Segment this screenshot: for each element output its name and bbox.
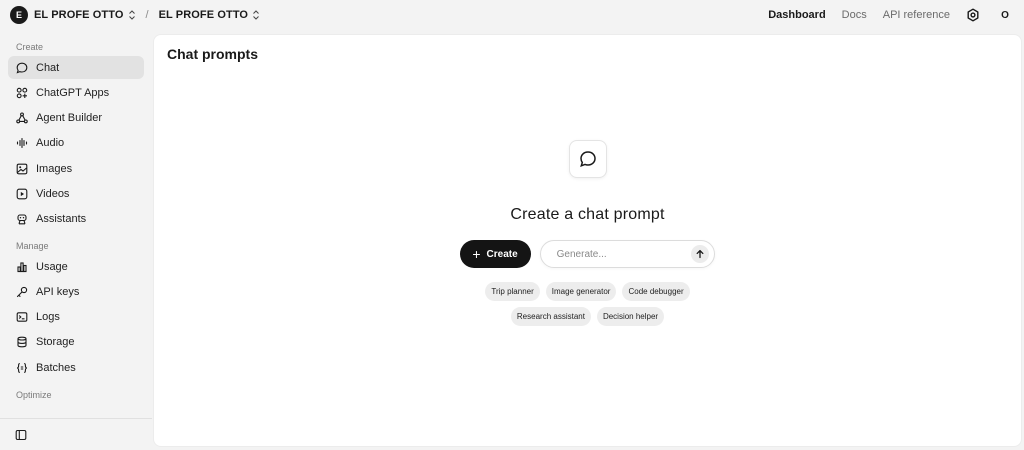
generate-submit-button[interactable]	[690, 245, 709, 263]
chip-row: Trip planner Image generator Code debugg…	[485, 282, 690, 301]
create-button-label: Create	[486, 248, 518, 260]
action-row: + Create	[460, 240, 715, 268]
empty-state-title: Create a chat prompt	[510, 206, 665, 223]
top-bar: E EL PROFE OTTO / EL PROFE OTTO Dashboar…	[0, 0, 1024, 30]
page-title: Chat prompts	[167, 46, 258, 62]
user-avatar[interactable]: O	[996, 6, 1014, 24]
sidebar-item-label: Chat	[36, 61, 60, 74]
section-label-manage: Manage	[16, 241, 49, 252]
sidebar-item-audio[interactable]: Audio	[8, 132, 144, 155]
breadcrumb-separator: /	[145, 9, 149, 21]
docs-link[interactable]: Docs	[842, 9, 867, 21]
sidebar-item-chatgpt-apps[interactable]: ChatGPT Apps	[8, 81, 144, 104]
generate-field	[539, 240, 715, 268]
sidebar-item-images[interactable]: Images	[8, 157, 144, 180]
sidebar-item-label: Images	[36, 162, 73, 175]
sidebar-item-api-keys[interactable]: API keys	[8, 280, 144, 303]
database-icon	[17, 337, 27, 348]
bar-chart-icon	[17, 262, 27, 272]
sidebar-item-usage[interactable]: Usage	[8, 255, 144, 278]
sidebar-item-agent-builder[interactable]: Agent Builder	[8, 107, 144, 130]
agent-nodes-icon	[16, 112, 28, 124]
project-name: EL PROFE OTTO	[158, 9, 249, 21]
terminal-icon	[16, 312, 28, 322]
audio-wave-icon	[16, 138, 28, 149]
sidebar-item-label: Videos	[36, 187, 70, 200]
sidebar-item-assistants[interactable]: Assistants	[8, 208, 144, 231]
sidebar: Create Chat ChatGPT Apps Agent Builder A…	[0, 30, 152, 450]
gear-icon	[967, 8, 979, 22]
chip-row: Research assistant Decision helper	[510, 307, 665, 326]
main-panel: Chat prompts Create a chat prompt + Crea…	[153, 34, 1022, 447]
plus-icon: +	[472, 246, 481, 262]
breadcrumb: E EL PROFE OTTO / EL PROFE OTTO	[10, 6, 260, 24]
chip-research-assistant[interactable]: Research assistant	[510, 307, 591, 326]
chat-bubble-icon	[16, 62, 28, 74]
sidebar-item-logs[interactable]: Logs	[8, 306, 144, 329]
sidebar-item-videos[interactable]: Videos	[8, 182, 144, 205]
sidebar-item-label: API keys	[36, 285, 80, 298]
sidebar-footer	[0, 418, 152, 450]
sidebar-item-label: Agent Builder	[36, 112, 103, 125]
sidebar-item-chat[interactable]: Chat	[8, 56, 144, 79]
chip-code-debugger[interactable]: Code debugger	[622, 282, 690, 301]
suggestion-chips: Trip planner Image generator Code debugg…	[485, 282, 690, 326]
org-switcher[interactable]: EL PROFE OTTO	[34, 9, 136, 21]
chip-decision-helper[interactable]: Decision helper	[596, 307, 665, 326]
sidebar-item-batches[interactable]: Batches	[8, 356, 144, 379]
org-name: EL PROFE OTTO	[34, 9, 124, 21]
sidebar-toggle-icon[interactable]	[15, 429, 27, 441]
empty-state: Create a chat prompt + Create Trip plann…	[154, 140, 1021, 326]
video-play-icon	[16, 188, 28, 200]
top-nav: Dashboard Docs API reference O	[768, 6, 1014, 24]
sidebar-item-label: Assistants	[36, 213, 87, 226]
robot-icon	[17, 214, 27, 225]
chip-trip-planner[interactable]: Trip planner	[485, 282, 540, 301]
chevron-up-down-icon	[253, 10, 259, 20]
settings-button[interactable]	[966, 8, 980, 22]
sidebar-item-label: Storage	[36, 336, 75, 349]
sidebar-item-storage[interactable]: Storage	[8, 331, 144, 354]
image-icon	[16, 163, 28, 175]
sidebar-item-label: Audio	[36, 137, 65, 150]
apps-grid-icon	[16, 87, 28, 99]
chat-bubble-icon	[579, 151, 596, 168]
sidebar-item-label: ChatGPT Apps	[36, 86, 110, 99]
create-button[interactable]: + Create	[460, 240, 531, 268]
api-reference-link[interactable]: API reference	[883, 9, 950, 21]
dashboard-link[interactable]: Dashboard	[768, 9, 825, 21]
sidebar-item-label: Batches	[36, 361, 76, 374]
project-switcher[interactable]: EL PROFE OTTO	[159, 9, 261, 21]
section-label-create: Create	[16, 42, 44, 52]
org-avatar[interactable]: E	[10, 6, 28, 24]
arrow-up-icon	[696, 249, 704, 259]
sidebar-item-label: Usage	[36, 260, 68, 273]
key-icon	[16, 286, 28, 297]
chip-image-generator[interactable]: Image generator	[545, 282, 617, 301]
chevron-up-down-icon	[128, 10, 135, 20]
generate-input[interactable]	[556, 248, 677, 260]
section-label-optimize: Optimize	[16, 389, 52, 400]
sidebar-item-label: Logs	[36, 311, 60, 324]
braces-icon	[17, 362, 27, 373]
empty-state-icon	[568, 140, 607, 178]
